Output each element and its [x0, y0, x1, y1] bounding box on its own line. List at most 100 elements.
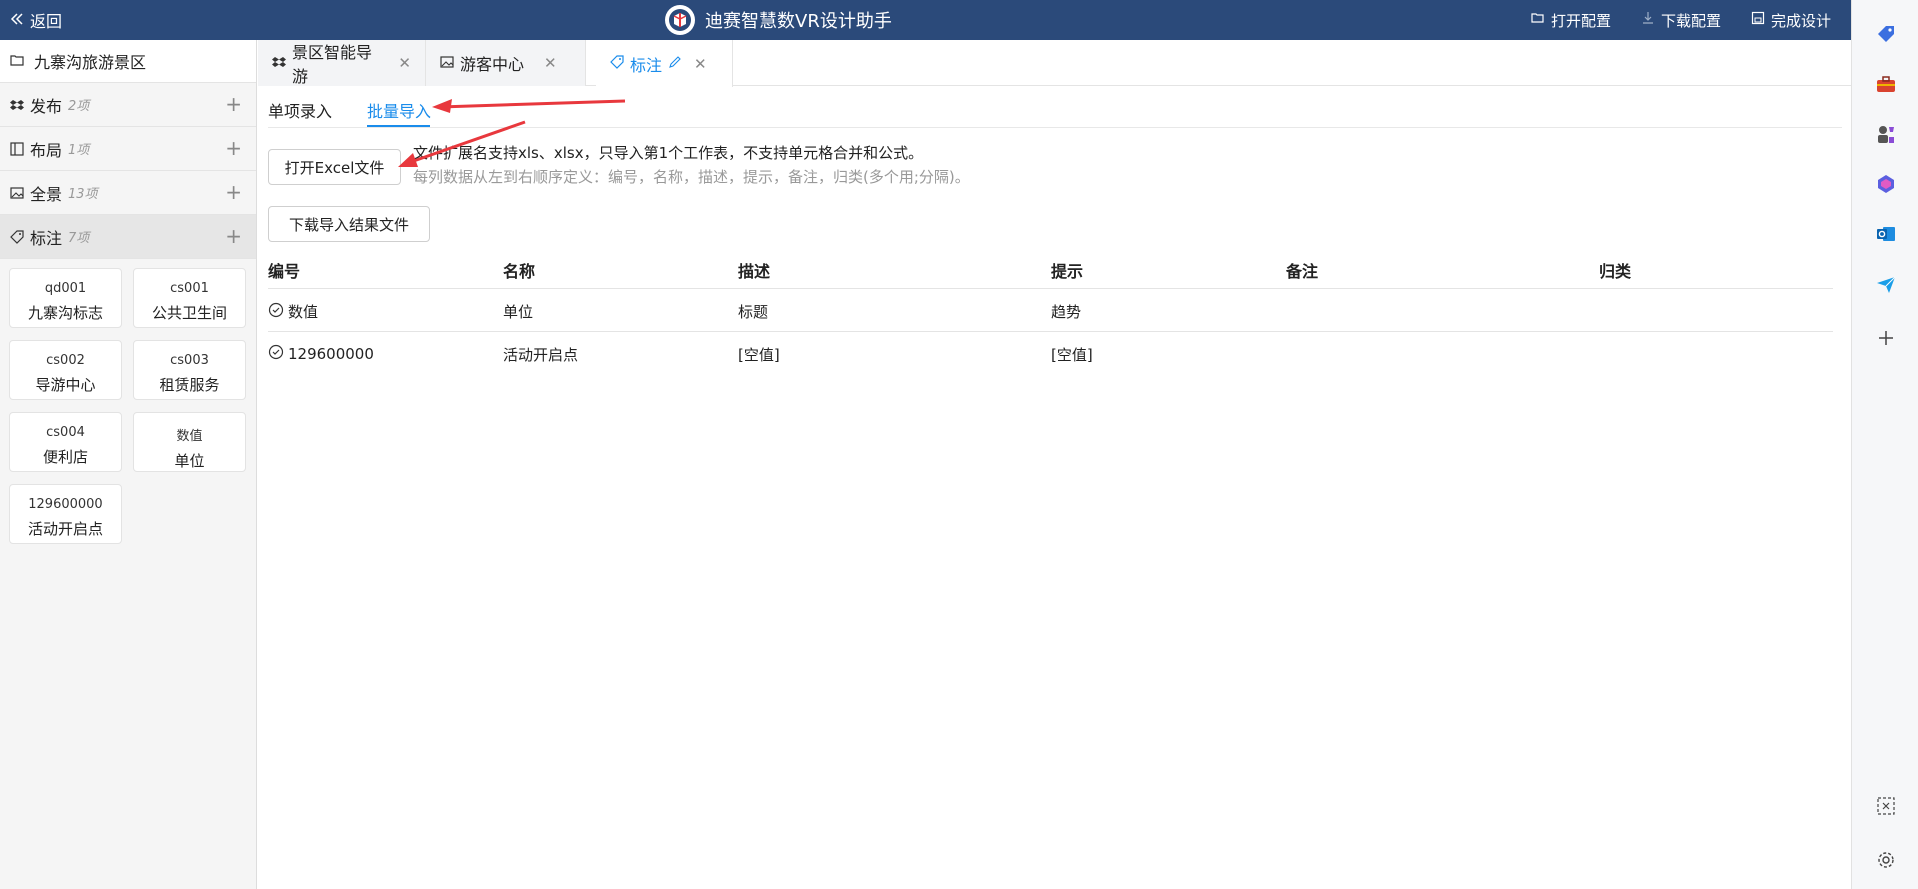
card-code: cs001 — [170, 281, 209, 296]
download-config-label: 下载配置 — [1660, 11, 1721, 30]
screenshot-icon[interactable] — [1874, 794, 1898, 818]
group-count: 7项 — [68, 231, 90, 246]
annotation-card[interactable]: qd001 九寨沟标志 — [9, 268, 122, 328]
add-app-icon[interactable] — [1874, 326, 1898, 350]
project-title[interactable]: 九寨沟旅游景区 — [0, 40, 256, 83]
cell-text: 数值 — [288, 303, 319, 321]
table-row[interactable]: 129600000 活动开启点 [空值] [空值] — [268, 332, 1833, 375]
top-actions: 打开配置 下载配置 完成设计 — [1531, 0, 1831, 40]
card-name: 租赁服务 — [159, 376, 220, 394]
id-cell: 数值 — [268, 301, 318, 322]
open-config-button[interactable]: 打开配置 — [1531, 10, 1611, 31]
finish-design-button[interactable]: 完成设计 — [1751, 10, 1831, 31]
import-hint-format: 文件扩展名支持xls、xlsx，只导入第1个工作表，不支持单元格合并和公式。 — [413, 144, 924, 162]
subtab-active-indicator — [367, 125, 430, 127]
right-app-strip — [1851, 0, 1918, 889]
tag-icon — [610, 54, 624, 73]
table-header-row: 编号 名称 描述 提示 备注 归类 — [268, 246, 1833, 289]
add-layout-icon[interactable]: + — [225, 138, 242, 158]
settings-gear-icon[interactable] — [1874, 848, 1898, 872]
image-icon — [10, 186, 24, 200]
add-panorama-icon[interactable]: + — [225, 182, 242, 202]
annotation-card[interactable]: 129600000 活动开启点 — [9, 484, 122, 544]
dropbox-icon — [272, 54, 286, 73]
import-hint-columns: 每列数据从左到右顺序定义：编号，名称，描述，提示，备注，归类(多个用;分隔)。 — [413, 168, 970, 186]
id-cell: 129600000 — [268, 344, 374, 364]
layout-icon — [10, 141, 24, 156]
annotation-card[interactable]: cs003 租赁服务 — [133, 340, 246, 400]
finish-design-label: 完成设计 — [1770, 11, 1831, 30]
sidebar-group-panorama[interactable]: 全景 13项 + — [0, 171, 256, 215]
sidebar: 九寨沟旅游景区 发布 2项 + 布局 1项 + 全景 13项 + 标注 7项 +… — [0, 40, 257, 889]
card-name: 导游中心 — [35, 376, 96, 394]
card-name: 九寨沟标志 — [27, 304, 103, 322]
annotation-card[interactable]: 数值 单位 — [133, 412, 246, 472]
back-button[interactable]: 返回 — [10, 0, 62, 40]
project-name: 九寨沟旅游景区 — [34, 53, 147, 72]
card-code: 数值 — [176, 429, 203, 444]
table-cell: 活动开启点 — [503, 346, 579, 364]
table-cell: [空值] — [1051, 346, 1093, 364]
tag-app-icon[interactable] — [1874, 22, 1898, 46]
check-circle-icon — [268, 302, 284, 322]
tab-annotation[interactable]: 标注 ✕ — [596, 40, 733, 87]
group-label: 布局 — [30, 140, 63, 160]
annotation-card[interactable]: cs004 便利店 — [9, 412, 122, 472]
double-chevron-left-icon — [10, 11, 24, 30]
card-name: 单位 — [174, 452, 205, 470]
download-config-button[interactable]: 下载配置 — [1641, 10, 1721, 31]
download-result-button[interactable]: 下载导入结果文件 — [268, 206, 430, 242]
card-code: cs004 — [46, 425, 85, 440]
column-header: 名称 — [503, 262, 536, 281]
outlook-app-icon[interactable] — [1874, 222, 1898, 246]
group-count: 2项 — [68, 99, 90, 114]
table-row[interactable]: 数值 单位 标题 趋势 — [268, 289, 1833, 332]
card-code: 129600000 — [28, 497, 103, 512]
tab-label: 景区智能导游 — [292, 43, 373, 86]
table-cell: 标题 — [738, 303, 769, 321]
cell-text: 129600000 — [288, 345, 374, 363]
edit-pencil-icon[interactable] — [668, 54, 682, 73]
app-title-text: 迪赛智慧数VR设计助手 — [705, 11, 892, 32]
close-icon[interactable]: ✕ — [694, 55, 707, 73]
open-config-label: 打开配置 — [1550, 11, 1611, 30]
dropbox-icon — [10, 98, 24, 112]
download-icon — [1641, 11, 1655, 29]
column-header: 提示 — [1051, 262, 1084, 281]
image-icon — [440, 54, 454, 73]
chess-app-icon[interactable] — [1874, 122, 1898, 146]
back-label: 返回 — [30, 12, 63, 31]
column-header: 描述 — [738, 262, 771, 281]
close-icon[interactable]: ✕ — [398, 54, 411, 72]
top-bar: 返回 迪赛智慧数VR设计助手 打开配置 下载配置 完成设计 — [0, 0, 1851, 40]
group-label: 标注 — [30, 228, 63, 248]
card-code: cs003 — [170, 353, 209, 368]
card-name: 便利店 — [42, 448, 88, 466]
card-name: 公共卫生间 — [151, 304, 227, 322]
table-cell: 趋势 — [1051, 303, 1082, 321]
subtab-batch-import[interactable]: 批量导入 — [367, 98, 431, 122]
column-header: 归类 — [1599, 262, 1632, 281]
app-logo-icon — [665, 5, 695, 35]
subtab-single-entry[interactable]: 单项录入 — [268, 98, 332, 122]
add-publish-icon[interactable]: + — [225, 94, 242, 114]
tab-visitor-center[interactable]: 游客中心 ✕ — [426, 40, 586, 86]
copilot-app-icon[interactable] — [1874, 172, 1898, 196]
open-excel-button[interactable]: 打开Excel文件 — [268, 149, 401, 185]
editor-tabs: 景区智能导游 ✕ 游客中心 ✕ 标注 ✕ — [258, 40, 1851, 87]
column-header: 编号 — [268, 262, 301, 281]
group-label: 发布 — [30, 96, 63, 116]
send-app-icon[interactable] — [1874, 272, 1898, 296]
tab-scenic-guide[interactable]: 景区智能导游 ✕ — [258, 40, 426, 86]
group-count: 1项 — [68, 143, 90, 158]
card-name: 活动开启点 — [27, 520, 103, 538]
annotation-card[interactable]: cs002 导游中心 — [9, 340, 122, 400]
toolbox-app-icon[interactable] — [1874, 72, 1898, 96]
tag-icon — [10, 229, 24, 244]
sidebar-group-layout[interactable]: 布局 1项 + — [0, 127, 256, 171]
sidebar-group-publish[interactable]: 发布 2项 + — [0, 83, 256, 127]
add-annotation-icon[interactable]: + — [225, 226, 242, 246]
close-icon[interactable]: ✕ — [544, 54, 557, 72]
sidebar-group-annotation[interactable]: 标注 7项 + — [0, 215, 256, 259]
annotation-card[interactable]: cs001 公共卫生间 — [133, 268, 246, 328]
